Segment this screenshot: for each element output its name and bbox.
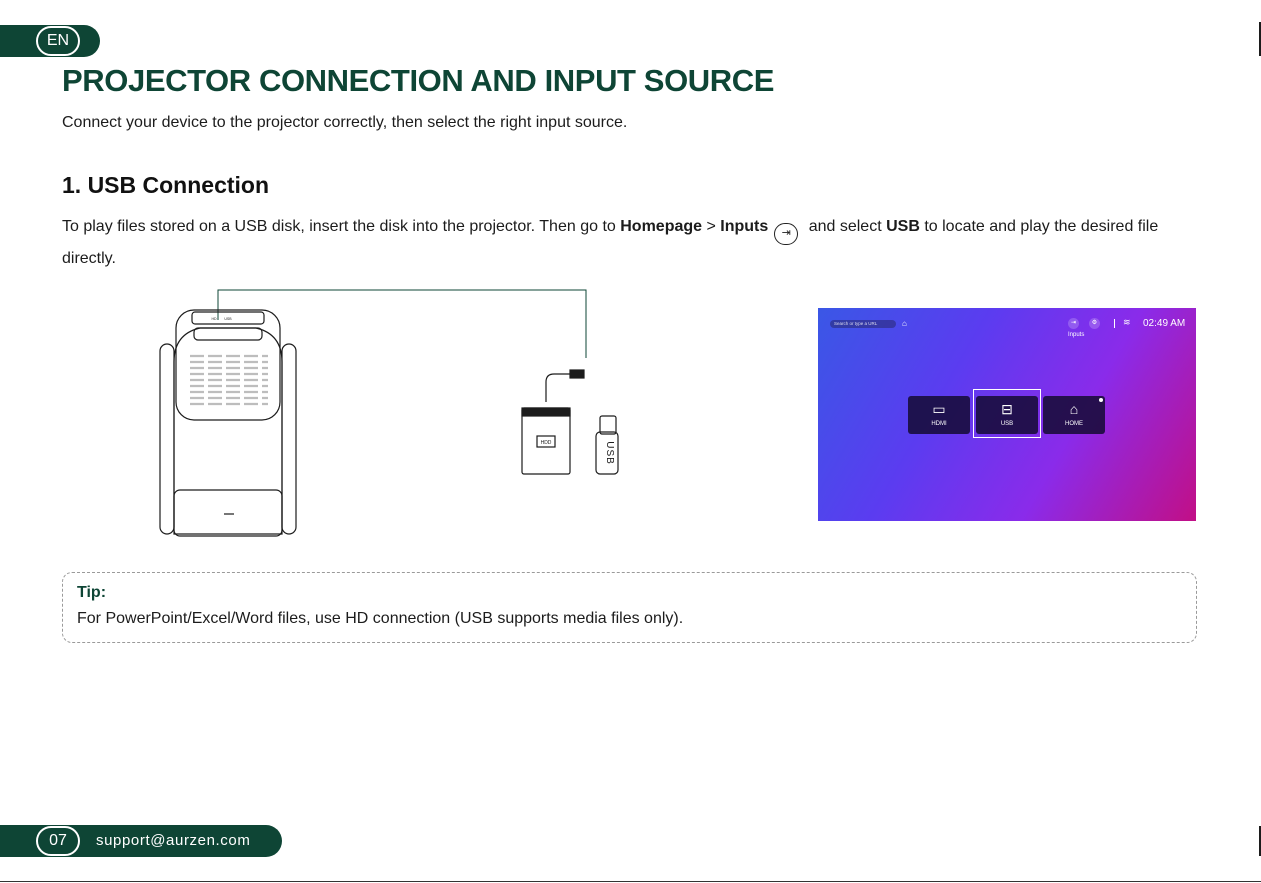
port-label-hd: HD bbox=[211, 317, 217, 321]
inputs-icon: ⇥ bbox=[774, 223, 799, 245]
tip-text: For PowerPoint/Excel/Word files, use HD … bbox=[77, 610, 684, 627]
wifi-icon: ≋ bbox=[1123, 317, 1131, 327]
bottom-rule bbox=[0, 881, 1261, 882]
inputs-caption: Inputs bbox=[1068, 332, 1085, 338]
notification-dot bbox=[1099, 398, 1103, 402]
tip-label: Tip: bbox=[77, 584, 107, 601]
usb-stick-label: USB bbox=[604, 441, 615, 465]
projector-drawing bbox=[159, 309, 297, 537]
settings-icon[interactable]: ⚙ bbox=[1089, 318, 1100, 329]
language-badge: EN bbox=[36, 26, 80, 56]
tile-hdmi[interactable]: ▭ HDMI bbox=[908, 396, 970, 434]
page-title: PROJECTOR CONNECTION AND INPUT SOURCE bbox=[62, 63, 775, 98]
tile-label: USB bbox=[1000, 421, 1014, 427]
section-title: 1. USB Connection bbox=[62, 172, 270, 198]
hdmi-icon: ▭ bbox=[932, 401, 946, 417]
port-label-usb: USB bbox=[224, 317, 232, 321]
connection-line bbox=[217, 289, 587, 358]
inputs-term: Inputs bbox=[720, 218, 769, 235]
hdd-label: HDD bbox=[541, 440, 552, 446]
screen-clock: 02:49 AM bbox=[1143, 318, 1186, 329]
page-number: 07 bbox=[36, 826, 80, 856]
status-separator bbox=[1114, 319, 1115, 328]
instruction-text-1: To play files stored on a USB disk, inse… bbox=[62, 218, 621, 235]
home-icon: ⌂ bbox=[1069, 401, 1079, 417]
usb-status-icon: ⌂ bbox=[902, 319, 907, 328]
usb-cable bbox=[545, 373, 570, 402]
usb-drive-icon: ⊟ bbox=[1001, 401, 1013, 417]
tile-label: HDMI bbox=[931, 421, 947, 427]
instruction-text-2: and select bbox=[804, 218, 887, 235]
usb-instructions: To play files stored on a USB disk, inse… bbox=[62, 213, 1202, 272]
support-email[interactable]: support@aurzen.com bbox=[96, 832, 250, 849]
usb-plug bbox=[569, 369, 585, 379]
inputs-status-icon[interactable]: ⇥ bbox=[1068, 318, 1079, 329]
tile-usb[interactable]: ⊟ USB bbox=[976, 396, 1038, 434]
projector-usb-illustration: HDD USB HD USB bbox=[159, 289, 619, 537]
homepage-term: Homepage bbox=[620, 218, 703, 235]
usb-term: USB bbox=[886, 218, 920, 235]
projector-vent bbox=[190, 354, 268, 406]
intro-text: Connect your device to the projector cor… bbox=[62, 114, 628, 131]
arrow-text: > bbox=[702, 218, 721, 235]
tip-box bbox=[62, 572, 1197, 643]
tile-home[interactable]: ⌂ HOME bbox=[1043, 396, 1105, 434]
tile-label: HOME bbox=[1065, 421, 1083, 427]
input-source-screen: Search or type a URL ⌂ ⇥ ⚙ ≋ 02:49 AM In… bbox=[818, 308, 1196, 521]
screen-search-field[interactable]: Search or type a URL bbox=[830, 320, 896, 328]
